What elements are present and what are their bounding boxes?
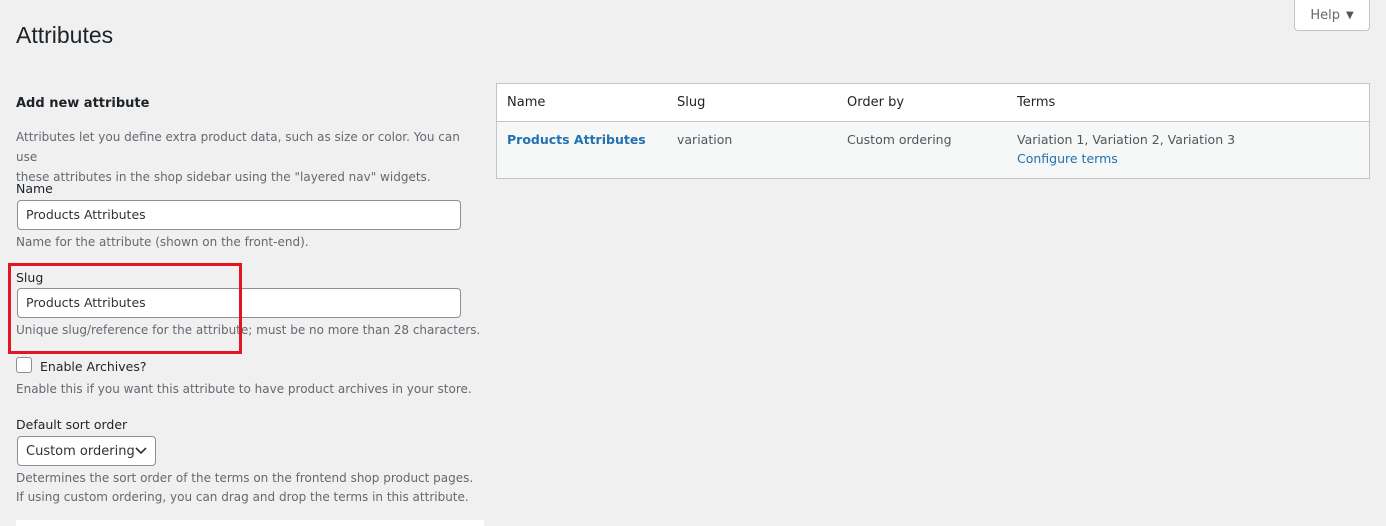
sort-order-description: Determines the sort order of the terms o…: [16, 469, 473, 507]
help-label: Help: [1310, 7, 1340, 23]
intro-line-2: these attributes in the shop sidebar usi…: [16, 170, 431, 184]
attributes-table: Name Slug Order by Terms Products Attrib…: [496, 83, 1370, 179]
table-header: Name Slug Order by Terms: [497, 84, 1369, 122]
attribute-slug: variation: [677, 132, 733, 147]
sort-order-description-line-2: If using custom ordering, you can drag a…: [16, 490, 469, 504]
name-label: Name: [16, 181, 53, 196]
caret-down-icon: ▼: [1345, 9, 1354, 21]
sort-order-description-line-1: Determines the sort order of the terms o…: [16, 471, 474, 485]
page-title: Attributes: [16, 22, 114, 48]
name-input[interactable]: Products Attributes: [17, 200, 461, 230]
slug-description: Unique slug/reference for the attribute;…: [16, 323, 481, 337]
archives-description: Enable this if you want this attribute t…: [16, 382, 472, 396]
enable-archives-checkbox[interactable]: [16, 357, 32, 373]
chevron-down-icon: [135, 445, 147, 458]
sort-order-value: Custom ordering: [26, 443, 135, 459]
add-attribute-button-area: [16, 520, 484, 526]
enable-archives-label: Enable Archives?: [40, 359, 147, 374]
help-button[interactable]: Help ▼: [1294, 0, 1370, 31]
add-attribute-heading: Add new attribute: [16, 96, 150, 111]
column-header-terms[interactable]: Terms: [1017, 95, 1055, 110]
name-description: Name for the attribute (shown on the fro…: [16, 235, 309, 249]
attribute-order-by: Custom ordering: [847, 132, 952, 147]
attribute-terms: Variation 1, Variation 2, Variation 3: [1017, 132, 1236, 147]
table-row: Products Attributes variation Custom ord…: [497, 122, 1369, 178]
attribute-name-link[interactable]: Products Attributes: [507, 132, 646, 147]
column-header-name[interactable]: Name: [507, 95, 545, 110]
sort-order-label: Default sort order: [16, 417, 128, 432]
slug-input[interactable]: Products Attributes: [17, 288, 461, 318]
sort-order-select[interactable]: Custom ordering: [17, 436, 156, 466]
intro-line-1: Attributes let you define extra product …: [16, 130, 460, 164]
intro-text: Attributes let you define extra product …: [16, 127, 476, 187]
attributes-page: Attributes Help ▼ Add new attribute Attr…: [0, 0, 1386, 526]
configure-terms-link[interactable]: Configure terms: [1017, 151, 1118, 166]
column-header-slug[interactable]: Slug: [677, 95, 705, 110]
slug-label: Slug: [16, 270, 44, 285]
column-header-order-by[interactable]: Order by: [847, 95, 904, 110]
